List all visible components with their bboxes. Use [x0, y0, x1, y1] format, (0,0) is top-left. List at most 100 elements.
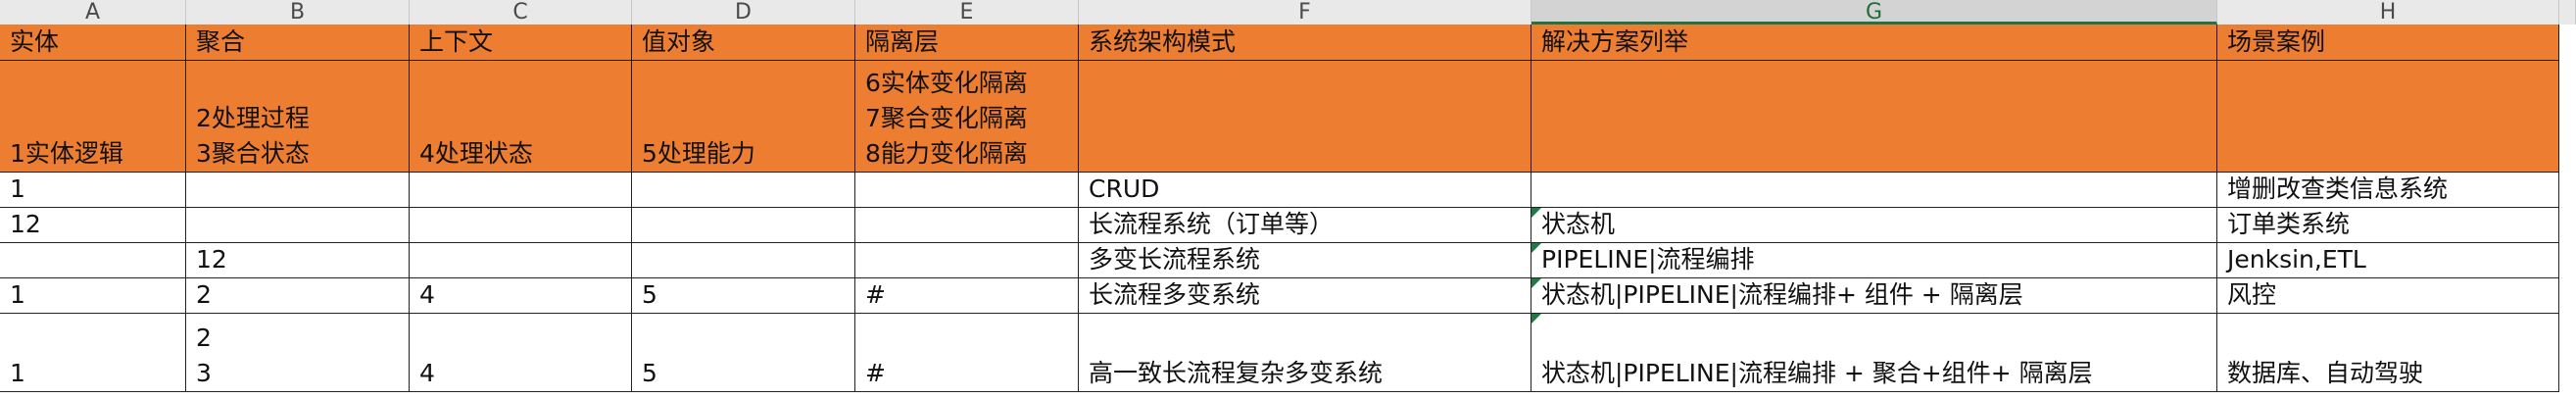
- cell-b-r3[interactable]: [186, 173, 410, 208]
- cell-g-r4[interactable]: 状态机: [1531, 208, 2217, 243]
- cell-text: 4: [419, 359, 435, 387]
- cell-g-r6[interactable]: 状态机|PIPELINE|流程编排+ 组件 + 隔离层: [1531, 278, 2217, 314]
- cell-c-r6[interactable]: 4: [410, 278, 632, 314]
- cell-e-r7[interactable]: #: [855, 314, 1079, 392]
- cell-d-r1[interactable]: 值对象: [632, 25, 855, 61]
- cell-e-r1[interactable]: 隔离层: [855, 25, 1079, 61]
- cell-d-r7[interactable]: 5: [632, 314, 855, 392]
- empty-cell[interactable]: [2559, 25, 2576, 61]
- cell-d-r5[interactable]: [632, 243, 855, 278]
- column-header-b[interactable]: B: [186, 0, 410, 25]
- cell-h-r5[interactable]: Jenksin,ETL: [2217, 243, 2559, 278]
- cell-h-r1[interactable]: 场景案例: [2217, 25, 2559, 61]
- cell-g-r2[interactable]: [1531, 61, 2217, 173]
- cell-c-r2[interactable]: 4处理状态: [410, 61, 632, 173]
- cell-text: 1实体逻辑: [10, 139, 123, 168]
- cell-f-r1[interactable]: 系统架构模式: [1079, 25, 1531, 61]
- cell-d-r3[interactable]: [632, 173, 855, 208]
- cell-text: 解决方案列举: [1541, 27, 1689, 56]
- error-indicator-icon: [1531, 208, 1541, 218]
- empty-cell[interactable]: [2559, 173, 2576, 208]
- cell-e-r2[interactable]: 6实体变化隔离 7聚合变化隔离 8能力变化隔离: [855, 61, 1079, 173]
- empty-cell[interactable]: [2559, 243, 2576, 278]
- cell-text: 长流程系统（订单等）: [1089, 210, 1335, 238]
- cell-c-r4[interactable]: [410, 208, 632, 243]
- cell-g-r1[interactable]: 解决方案列举: [1531, 25, 2217, 61]
- error-indicator-icon: [1531, 243, 1541, 253]
- cell-text: 1: [10, 280, 25, 309]
- column-header-a[interactable]: A: [0, 0, 186, 25]
- cell-a-r6[interactable]: 1: [0, 278, 186, 314]
- cell-f-r7[interactable]: 高一致长流程复杂多变系统: [1079, 314, 1531, 392]
- column-header-h[interactable]: H: [2217, 0, 2559, 25]
- cell-text: 聚合: [196, 27, 246, 56]
- cell-text: 状态机|PIPELINE|流程编排+ 组件 + 隔离层: [1541, 280, 2023, 309]
- column-header-c[interactable]: C: [410, 0, 632, 25]
- cell-text: 数据库、自动驾驶: [2227, 359, 2424, 387]
- empty-cell[interactable]: [2559, 314, 2576, 392]
- cell-a-r2[interactable]: 1实体逻辑: [0, 61, 186, 173]
- cell-b-r6[interactable]: 2: [186, 278, 410, 314]
- cell-b-r5[interactable]: 12: [186, 243, 410, 278]
- cell-text: #: [865, 280, 886, 309]
- cell-f-r6[interactable]: 长流程多变系统: [1079, 278, 1531, 314]
- cell-text: 订单类系统: [2227, 210, 2351, 238]
- column-header-e[interactable]: E: [855, 0, 1079, 25]
- cell-c-r7[interactable]: 4: [410, 314, 632, 392]
- cell-text: 高一致长流程复杂多变系统: [1089, 359, 1384, 387]
- cell-text: 3聚合状态: [196, 139, 310, 168]
- cell-text: 系统架构模式: [1089, 27, 1237, 56]
- cell-d-r2[interactable]: 5处理能力: [632, 61, 855, 173]
- cell-text: CRUD: [1089, 175, 1160, 203]
- cell-text: 实体: [10, 27, 60, 56]
- cell-c-r3[interactable]: [410, 173, 632, 208]
- cell-g-r3[interactable]: [1531, 173, 2217, 208]
- column-header-g[interactable]: G: [1531, 0, 2217, 25]
- cell-b-r4[interactable]: [186, 208, 410, 243]
- empty-cell[interactable]: [2559, 208, 2576, 243]
- cell-b-r7[interactable]: 23: [186, 314, 410, 392]
- cell-e-r6[interactable]: #: [855, 278, 1079, 314]
- column-header-empty[interactable]: [2559, 0, 2576, 25]
- cell-e-r4[interactable]: [855, 208, 1079, 243]
- cell-d-r4[interactable]: [632, 208, 855, 243]
- cell-f-r4[interactable]: 长流程系统（订单等）: [1079, 208, 1531, 243]
- cell-text: 2: [196, 324, 212, 352]
- cell-a-r1[interactable]: 实体: [0, 25, 186, 61]
- cell-text: 长流程多变系统: [1089, 280, 1261, 309]
- cell-a-r3[interactable]: 1: [0, 173, 186, 208]
- cell-text: 4: [419, 280, 435, 309]
- cell-h-r7[interactable]: 数据库、自动驾驶: [2217, 314, 2559, 392]
- cell-f-r2[interactable]: [1079, 61, 1531, 173]
- cell-b-r1[interactable]: 聚合: [186, 25, 410, 61]
- cell-a-r7[interactable]: 1: [0, 314, 186, 392]
- cell-h-r4[interactable]: 订单类系统: [2217, 208, 2559, 243]
- cell-text: 多变长流程系统: [1089, 245, 1261, 274]
- cell-text: 状态机|PIPELINE|流程编排 + 聚合+组件+ 隔离层: [1541, 359, 2093, 387]
- cell-e-r5[interactable]: [855, 243, 1079, 278]
- cell-g-r5[interactable]: PIPELINE|流程编排: [1531, 243, 2217, 278]
- cell-text: #: [865, 359, 886, 387]
- cell-c-r5[interactable]: [410, 243, 632, 278]
- cell-text: 2处理过程: [196, 104, 310, 132]
- cell-g-r7[interactable]: 状态机|PIPELINE|流程编排 + 聚合+组件+ 隔离层: [1531, 314, 2217, 392]
- cell-f-r5[interactable]: 多变长流程系统: [1079, 243, 1531, 278]
- cell-h-r3[interactable]: 增删改查类信息系统: [2217, 173, 2559, 208]
- cell-h-r6[interactable]: 风控: [2217, 278, 2559, 314]
- cell-text: PIPELINE|流程编排: [1541, 245, 1755, 274]
- cell-a-r5[interactable]: [0, 243, 186, 278]
- cell-h-r2[interactable]: [2217, 61, 2559, 173]
- cell-text: 2: [196, 280, 212, 309]
- cell-f-r3[interactable]: CRUD: [1079, 173, 1531, 208]
- cell-c-r1[interactable]: 上下文: [410, 25, 632, 61]
- column-header-f[interactable]: F: [1079, 0, 1531, 25]
- header-row: 实体 聚合 上下文 值对象 隔离层 系统架构模式 解决方案列举 场景案例: [0, 25, 2576, 61]
- empty-cell[interactable]: [2559, 61, 2576, 173]
- cell-a-r4[interactable]: 12: [0, 208, 186, 243]
- column-header-d[interactable]: D: [632, 0, 855, 25]
- empty-cell[interactable]: [2559, 278, 2576, 314]
- cell-e-r3[interactable]: [855, 173, 1079, 208]
- cell-b-r2[interactable]: 2处理过程 3聚合状态: [186, 61, 410, 173]
- cell-text: 6实体变化隔离: [865, 69, 1028, 97]
- cell-d-r6[interactable]: 5: [632, 278, 855, 314]
